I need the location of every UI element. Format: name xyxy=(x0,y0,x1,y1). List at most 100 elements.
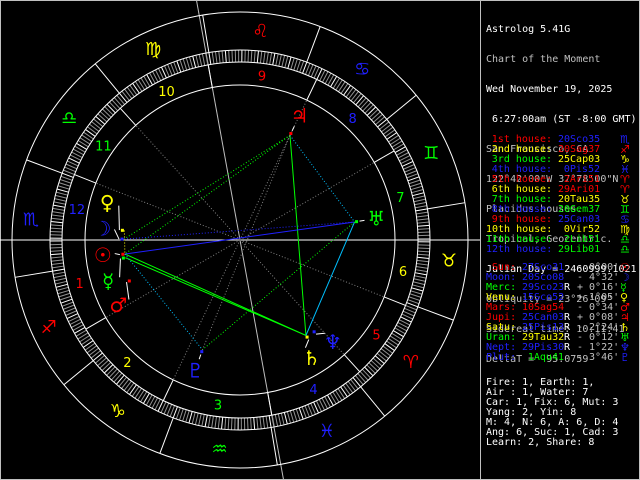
degree-tick xyxy=(353,93,362,104)
degree-tick xyxy=(123,380,132,391)
degree-tick xyxy=(53,204,66,208)
degree-tick xyxy=(281,55,286,68)
scorpio-icon: ♏︎ xyxy=(23,210,39,231)
degree-tick xyxy=(370,360,381,369)
degree-tick xyxy=(253,50,256,63)
degree-tick xyxy=(55,280,67,285)
taurus-icon: ♉︎ xyxy=(441,250,457,271)
house-cusp-line xyxy=(74,174,97,184)
degree-tick xyxy=(179,59,185,72)
house-number: 10 xyxy=(158,85,175,100)
sign-boundary xyxy=(202,14,210,53)
degree-tick xyxy=(347,381,356,392)
degree-tick xyxy=(372,357,383,367)
degree-tick xyxy=(214,416,218,429)
house-cusp-line xyxy=(207,64,213,88)
degree-tick xyxy=(93,118,104,127)
degree-tick xyxy=(366,106,377,116)
degree-tick xyxy=(55,194,68,199)
degree-tick xyxy=(132,82,140,94)
sun-icon: ☉ xyxy=(94,243,112,267)
saturn-marker xyxy=(305,335,309,339)
degree-tick xyxy=(386,340,397,349)
degree-tick xyxy=(50,256,63,259)
degree-tick xyxy=(284,55,289,68)
degree-tick xyxy=(364,104,374,114)
degree-tick xyxy=(262,51,266,64)
degree-tick xyxy=(411,188,424,194)
degree-tick xyxy=(92,352,103,362)
degree-tick xyxy=(195,55,200,67)
degree-tick xyxy=(77,140,89,148)
degree-tick xyxy=(408,296,421,302)
degree-tick xyxy=(207,415,211,428)
info-line: Astrolog 5.41G xyxy=(486,24,571,35)
degree-tick xyxy=(201,414,205,427)
degree-tick xyxy=(408,179,421,185)
retrograde-flag: R xyxy=(564,282,571,293)
house-number: 3 xyxy=(214,399,222,414)
degree-tick xyxy=(259,51,263,64)
degree-tick xyxy=(134,388,142,399)
degree-tick xyxy=(87,126,98,135)
sign-boundary xyxy=(306,26,321,63)
degree-tick xyxy=(111,370,120,381)
degree-tick xyxy=(290,57,295,70)
degree-tick xyxy=(286,411,292,424)
degree-tick xyxy=(277,413,282,426)
degree-tick xyxy=(58,182,71,187)
sign-boundary xyxy=(360,386,386,417)
degree-tick xyxy=(108,368,118,378)
degree-tick xyxy=(335,79,343,91)
house-cusp-inner-line xyxy=(239,239,385,298)
degree-tick xyxy=(388,134,399,143)
degree-tick xyxy=(415,208,428,212)
degree-tick xyxy=(412,281,425,286)
mars-marker xyxy=(127,279,131,283)
degree-tick xyxy=(350,91,359,102)
degree-tick xyxy=(50,221,63,224)
pisces-icon: ♓︎ xyxy=(319,421,335,442)
degree-tick xyxy=(280,413,285,425)
degree-tick xyxy=(415,269,428,273)
degree-tick xyxy=(416,259,429,263)
degree-tick xyxy=(414,272,427,276)
degree-tick xyxy=(407,299,420,305)
mercury-icon: ☿ xyxy=(102,269,114,293)
degree-tick xyxy=(53,201,66,205)
sign-boundary xyxy=(427,202,466,210)
degree-tick xyxy=(414,201,427,206)
degree-tick xyxy=(89,123,100,132)
degree-tick xyxy=(345,382,354,394)
degree-tick xyxy=(417,247,430,250)
planet-pointer xyxy=(118,205,120,231)
degree-tick xyxy=(386,132,398,140)
degree-tick xyxy=(88,347,99,356)
aspect-line-sextile xyxy=(305,221,356,336)
degree-tick xyxy=(362,102,372,112)
degree-tick xyxy=(60,298,73,304)
aspect-line-trine xyxy=(289,135,307,336)
degree-tick xyxy=(211,51,215,64)
degree-tick xyxy=(278,54,282,67)
degree-tick xyxy=(253,417,256,430)
degree-tick xyxy=(201,53,206,66)
sign-boundary xyxy=(26,159,63,174)
house-number: 9 xyxy=(258,69,266,84)
degree-tick xyxy=(382,126,394,135)
degree-tick xyxy=(118,92,128,103)
degree-tick xyxy=(182,58,188,71)
house-number: 11 xyxy=(95,140,112,155)
house-cusp-list: 1st house: 20Sco35 ♏︎ 2nd house: 20Sag37 ♐︎ 3r… xyxy=(486,134,636,255)
degree-tick xyxy=(97,357,107,367)
sign-boundary xyxy=(417,306,454,321)
jupiter-marker xyxy=(289,132,293,136)
degree-tick xyxy=(95,116,106,125)
degree-tick xyxy=(79,335,91,343)
planet-pointer xyxy=(119,258,121,278)
degree-tick xyxy=(359,371,369,381)
degree-tick xyxy=(86,345,98,354)
house-number: 6 xyxy=(399,265,407,280)
venus-icon: ♀ xyxy=(100,190,115,214)
degree-tick xyxy=(416,214,429,218)
